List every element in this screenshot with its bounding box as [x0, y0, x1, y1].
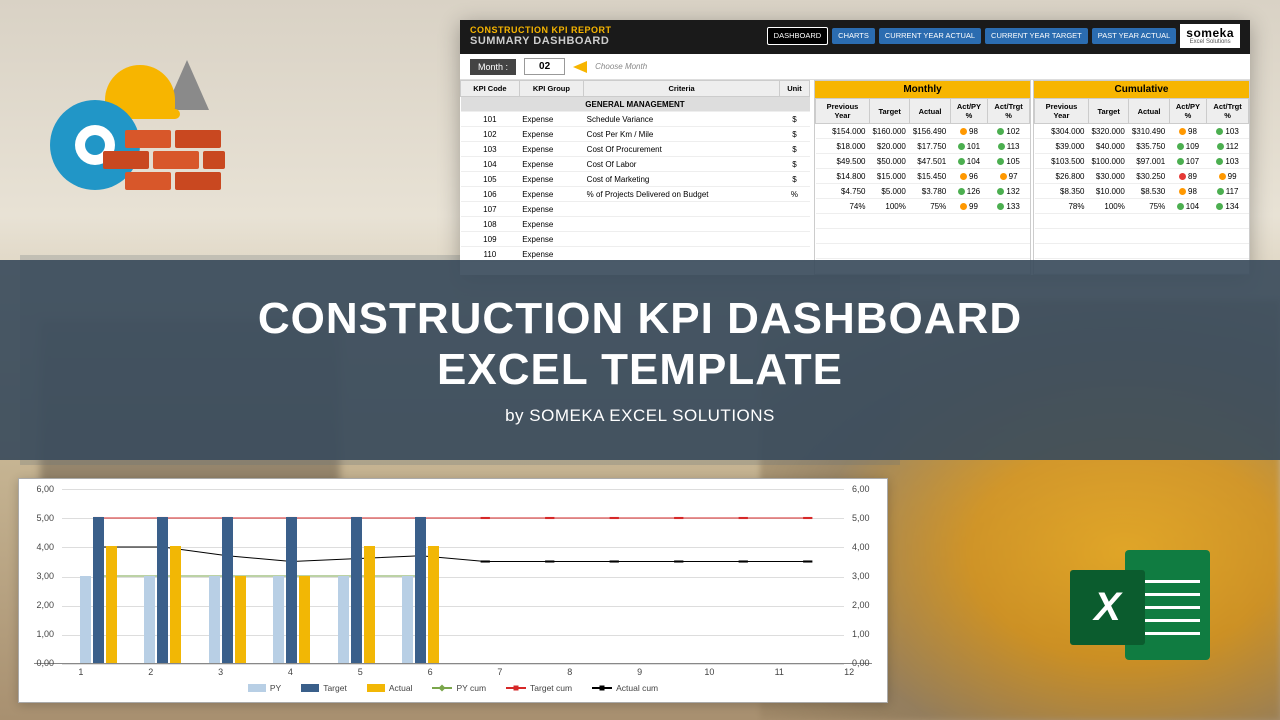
someka-logo: someka Excel Solutions — [1180, 24, 1240, 48]
chart-panel: 0,001,002,003,004,005,006,00 0,001,002,0… — [18, 478, 888, 703]
title-banner: CONSTRUCTION KPI DASHBOARD EXCEL TEMPLAT… — [0, 260, 1280, 460]
table-row: 102ExpenseCost Per Km / Mile$ — [461, 127, 810, 142]
report-title: CONSTRUCTION KPI REPORT — [470, 25, 612, 35]
construction-icon — [50, 60, 230, 210]
table-row: 101ExpenseSchedule Variance$ — [461, 112, 810, 127]
legend-py-cum: PY cum — [456, 683, 486, 693]
monthly-title: Monthly — [815, 81, 1030, 98]
table-row — [1035, 229, 1249, 244]
month-selector-row: Month : 02 Choose Month — [460, 54, 1250, 80]
section-general-mgmt: GENERAL MANAGEMENT — [461, 97, 810, 112]
tab-charts[interactable]: CHARTS — [832, 28, 875, 44]
tab-py-actual[interactable]: PAST YEAR ACTUAL — [1092, 28, 1177, 44]
arrow-left-icon — [573, 61, 587, 73]
table-row: $49.500$50.000$47.501104105 — [816, 154, 1030, 169]
nav-tabs: DASHBOARD CHARTS CURRENT YEAR ACTUAL CUR… — [767, 24, 1240, 48]
kpi-definition-table: KPI Code KPI Group Criteria Unit GENERAL… — [460, 80, 810, 275]
bricks-icon — [125, 130, 225, 190]
table-row: 103ExpenseCost Of Procurement$ — [461, 142, 810, 157]
tab-cy-actual[interactable]: CURRENT YEAR ACTUAL — [879, 28, 981, 44]
col-kpi-group: KPI Group — [519, 81, 583, 97]
table-row — [1035, 214, 1249, 229]
col-unit: Unit — [779, 81, 809, 97]
legend-target: Target — [323, 683, 347, 693]
table-row: $304.000$320.000$310.49098103 — [1035, 124, 1249, 139]
table-row: 104ExpenseCost Of Labor$ — [461, 157, 810, 172]
table-row: 78%100%75%104134 — [1035, 199, 1249, 214]
table-row — [1035, 244, 1249, 259]
monthly-block: Monthly Previous YearTargetActualAct/PY … — [814, 80, 1031, 275]
table-row — [816, 244, 1030, 259]
excel-icon: X — [1070, 540, 1210, 670]
col-criteria: Criteria — [584, 81, 780, 97]
banner-subtitle: by SOMEKA EXCEL SOLUTIONS — [505, 406, 775, 426]
table-row: 106Expense% of Projects Delivered on Bud… — [461, 187, 810, 202]
table-row: $103.500$100.000$97.001107103 — [1035, 154, 1249, 169]
table-row: $4.750$5.000$3.780126132 — [816, 184, 1030, 199]
legend-actual: Actual — [389, 683, 413, 693]
banner-line1: CONSTRUCTION KPI DASHBOARD — [258, 294, 1022, 345]
table-row: $154.000$160.000$156.49098102 — [816, 124, 1030, 139]
legend-py: PY — [270, 683, 281, 693]
choose-month-hint: Choose Month — [595, 62, 647, 71]
table-row: $26.800$30.000$30.2508999 — [1035, 169, 1249, 184]
excel-badge: X — [1070, 570, 1145, 645]
table-row: $14.800$15.000$15.4509697 — [816, 169, 1030, 184]
table-row: 108Expense — [461, 217, 810, 232]
table-row: 105ExpenseCost of Marketing$ — [461, 172, 810, 187]
tab-cy-target[interactable]: CURRENT YEAR TARGET — [985, 28, 1088, 44]
dashboard-header: CONSTRUCTION KPI REPORT SUMMARY DASHBOAR… — [460, 20, 1250, 54]
chart-legend: PY Target Actual PY cum Target cum Actua… — [34, 680, 872, 693]
table-row: 107Expense — [461, 202, 810, 217]
legend-actual-cum: Actual cum — [616, 683, 658, 693]
tab-dashboard[interactable]: DASHBOARD — [767, 27, 829, 45]
table-row: 74%100%75%99133 — [816, 199, 1030, 214]
dashboard-subtitle: SUMMARY DASHBOARD — [470, 35, 612, 47]
col-kpi-code: KPI Code — [461, 81, 520, 97]
table-row: $39.000$40.000$35.750109112 — [1035, 139, 1249, 154]
cumulative-title: Cumulative — [1034, 81, 1249, 98]
month-input[interactable]: 02 — [524, 58, 565, 75]
table-row: $18.000$20.000$17.750101113 — [816, 139, 1030, 154]
chart-area: 0,001,002,003,004,005,006,00 0,001,002,0… — [34, 489, 872, 664]
table-row — [816, 214, 1030, 229]
table-row: 109Expense — [461, 232, 810, 247]
dashboard-panel: CONSTRUCTION KPI REPORT SUMMARY DASHBOAR… — [460, 20, 1250, 275]
legend-target-cum: Target cum — [530, 683, 572, 693]
table-row — [816, 229, 1030, 244]
month-label: Month : — [470, 59, 516, 75]
banner-line2: EXCEL TEMPLATE — [437, 345, 843, 396]
cumulative-block: Cumulative Previous YearTargetActualAct/… — [1033, 80, 1250, 275]
table-row: $8.350$10.000$8.53098117 — [1035, 184, 1249, 199]
